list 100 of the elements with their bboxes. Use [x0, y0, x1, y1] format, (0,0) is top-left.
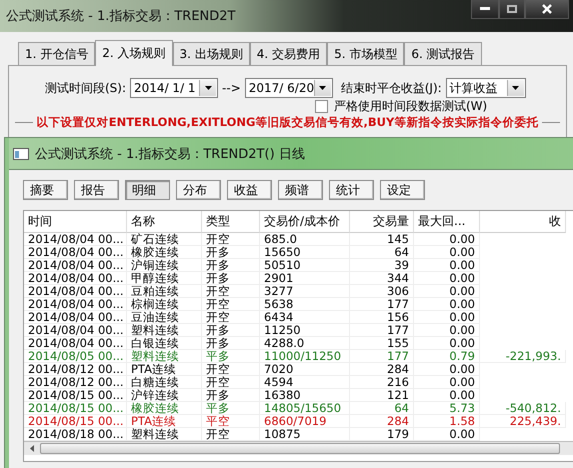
table-cell: 0.00 — [414, 246, 480, 259]
dropdown-arrow-icon — [319, 86, 326, 90]
tab[interactable]: 3. 出场规则 — [172, 42, 250, 66]
close-profit-dropdown[interactable]: 计算收益 — [446, 78, 526, 98]
table-cell: 2014/08/04 00... — [24, 259, 127, 272]
table-cell: 0.00 — [414, 376, 480, 389]
column-header[interactable]: 最大回... — [414, 211, 480, 233]
tab[interactable]: 6. 测试报告 — [404, 42, 482, 66]
table-cell: 4288.0 — [260, 337, 350, 350]
table-cell: 64 — [350, 246, 414, 259]
view-button[interactable]: 收益 — [227, 180, 272, 200]
table-cell: 0.00 — [414, 259, 480, 272]
minimize-button[interactable] — [471, 0, 499, 19]
table-cell: 0.00 — [414, 363, 480, 376]
table-cell: 开空 — [202, 363, 260, 376]
column-header[interactable]: 交易价/成本价 — [260, 211, 350, 233]
table-cell: 39 — [350, 259, 414, 272]
arrow-text: --> — [222, 81, 241, 95]
table-cell: 7020 — [260, 363, 350, 376]
table-cell: 0.00 — [414, 233, 480, 246]
table-cell: 685.0 — [260, 233, 350, 246]
column-header[interactable]: 时间 — [24, 211, 127, 233]
table-cell: 棕榈连续 — [127, 298, 202, 311]
table-cell: 145 — [350, 233, 414, 246]
dropdown-arrow-icon — [512, 86, 520, 90]
maximize-button[interactable] — [499, 0, 525, 19]
table-cell: 284 — [350, 363, 414, 376]
window-icon — [13, 148, 29, 160]
table-cell: 0.00 — [414, 337, 480, 350]
column-header[interactable]: 收 — [480, 211, 566, 233]
table-cell: 1.58 — [414, 415, 480, 428]
tab[interactable]: 4. 交易费用 — [250, 42, 328, 66]
table-cell: 6434 — [260, 311, 350, 324]
table-cell: 开多 — [202, 337, 260, 350]
table-cell: 0.00 — [414, 324, 480, 337]
table-cell: 11250 — [260, 324, 350, 337]
start-date-dropdown[interactable]: 2014/ 1/ 1 — [130, 78, 218, 98]
window-title: 公式测试系统 - 1.指标交易：TREND2T() 日线 — [35, 146, 305, 162]
view-button[interactable]: 频谱 — [278, 180, 323, 200]
close-button[interactable] — [525, 0, 569, 19]
table-cell: 开空 — [202, 376, 260, 389]
table-cell: 0.79 — [414, 350, 480, 363]
view-button[interactable]: 分布 — [176, 180, 221, 200]
table-cell: 开空 — [202, 233, 260, 246]
view-button[interactable]: 明细 — [125, 180, 170, 200]
view-button[interactable]: 设定 — [380, 180, 425, 200]
table-cell: 306 — [350, 285, 414, 298]
table-cell: 4594 — [260, 376, 350, 389]
table-cell: 2014/08/12 00... — [24, 376, 127, 389]
column-header[interactable]: 类型 — [202, 211, 260, 233]
view-button[interactable]: 统计 — [329, 180, 374, 200]
table-cell: 2014/08/04 00... — [24, 311, 127, 324]
maximize-icon — [507, 5, 517, 13]
table-cell: 豆粕连续 — [127, 285, 202, 298]
table-cell: 2014/08/04 00... — [24, 233, 127, 246]
table-cell: 平多 — [202, 350, 260, 363]
table-cell: 2901 — [260, 272, 350, 285]
table-cell: 2014/08/04 00... — [24, 285, 127, 298]
table-cell: 开空 — [202, 311, 260, 324]
table-cell: PTA连续 — [127, 415, 202, 428]
table-cell: 121 — [350, 389, 414, 402]
table-cell: 平空 — [202, 415, 260, 428]
tab[interactable]: 2. 入场规则 — [95, 40, 173, 66]
table-cell: 白糖连续 — [127, 376, 202, 389]
table-cell: 开多 — [202, 272, 260, 285]
view-button[interactable]: 报告 — [74, 180, 119, 200]
table-cell: 225,439. — [480, 415, 566, 428]
table-cell: 155 — [350, 337, 414, 350]
checkbox[interactable] — [315, 100, 328, 113]
table-cell: 2014/08/15 00... — [24, 415, 127, 428]
left-arrow-icon — [30, 445, 34, 452]
table-cell: 177 — [350, 298, 414, 311]
table-cell: 284 — [350, 415, 414, 428]
checkbox-label: 严格使用时间段数据测试(W) — [334, 98, 488, 115]
table-cell: 5.73 — [414, 402, 480, 415]
horizontal-scrollbar[interactable] — [24, 441, 573, 455]
table-cell: 216 — [350, 376, 414, 389]
view-button[interactable]: 摘要 — [23, 180, 68, 200]
column-header[interactable]: 交易量 — [350, 211, 414, 233]
table-cell: 6860/7019 — [260, 415, 350, 428]
table-cell: 塑料连续 — [127, 324, 202, 337]
tab[interactable]: 1. 开仓信号 — [18, 42, 96, 66]
close-icon — [542, 4, 552, 14]
dropdown-arrow-icon — [204, 86, 212, 90]
table-cell: 开多 — [202, 324, 260, 337]
table-cell: 0.00 — [414, 311, 480, 324]
column-header[interactable]: 名称 — [127, 211, 202, 233]
table-cell: 16380 — [260, 389, 350, 402]
table-cell: 沪铜连续 — [127, 259, 202, 272]
table-cell: 开空 — [202, 285, 260, 298]
table-cell: PTA连续 — [127, 363, 202, 376]
end-date-dropdown[interactable]: 2017/ 6/20 — [244, 78, 333, 98]
table-cell: -540,812. — [480, 402, 566, 415]
table-cell: 2014/08/15 00... — [24, 402, 127, 415]
tab[interactable]: 5. 市场模型 — [327, 42, 404, 66]
table-cell: 177 — [350, 324, 414, 337]
table-cell: 2014/08/04 00... — [24, 246, 127, 259]
table-cell: 0.00 — [414, 285, 480, 298]
notice-text: 以下设置仅对ENTERLONG,EXITLONG等旧版交易信号有效,BUY等新指令按实际指令价委托 — [36, 115, 538, 130]
table-cell: 14805/15650 — [260, 402, 350, 415]
